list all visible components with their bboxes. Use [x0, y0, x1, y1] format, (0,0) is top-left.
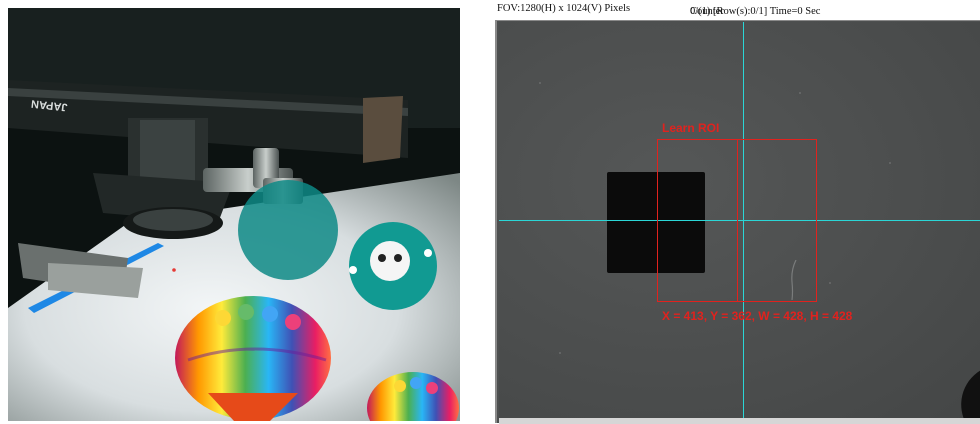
counter-value: 0/(1) [Row(s):0/1] Time=0 Sec — [690, 6, 821, 17]
viewer-bottom-strip — [499, 418, 980, 424]
balloon-graphic-large — [175, 296, 331, 421]
camera-image[interactable]: Learn ROI X = 413, Y = 362, W = 428, H =… — [499, 22, 980, 418]
fov-readout: FOV:1280(H) x 1024(V) Pixels — [497, 3, 631, 14]
learn-roi-divider — [737, 139, 738, 302]
machine-photo: JAPAN — [8, 8, 460, 421]
roi-coordinates: X = 413, Y = 362, W = 428, H = 428 — [662, 309, 853, 323]
corner-shadow — [949, 366, 980, 418]
learn-roi-label: Learn ROI — [662, 121, 720, 135]
machine-photo-illustration: JAPAN — [8, 8, 460, 421]
status-bar: FOV:1280(H) x 1024(V) Pixels Counter 0/(1… — [495, 0, 980, 20]
camera-frame: Learn ROI X = 413, Y = 362, W = 428, H =… — [495, 20, 980, 424]
vision-viewer: FOV:1280(H) x 1024(V) Pixels Counter 0/(1… — [495, 0, 980, 424]
